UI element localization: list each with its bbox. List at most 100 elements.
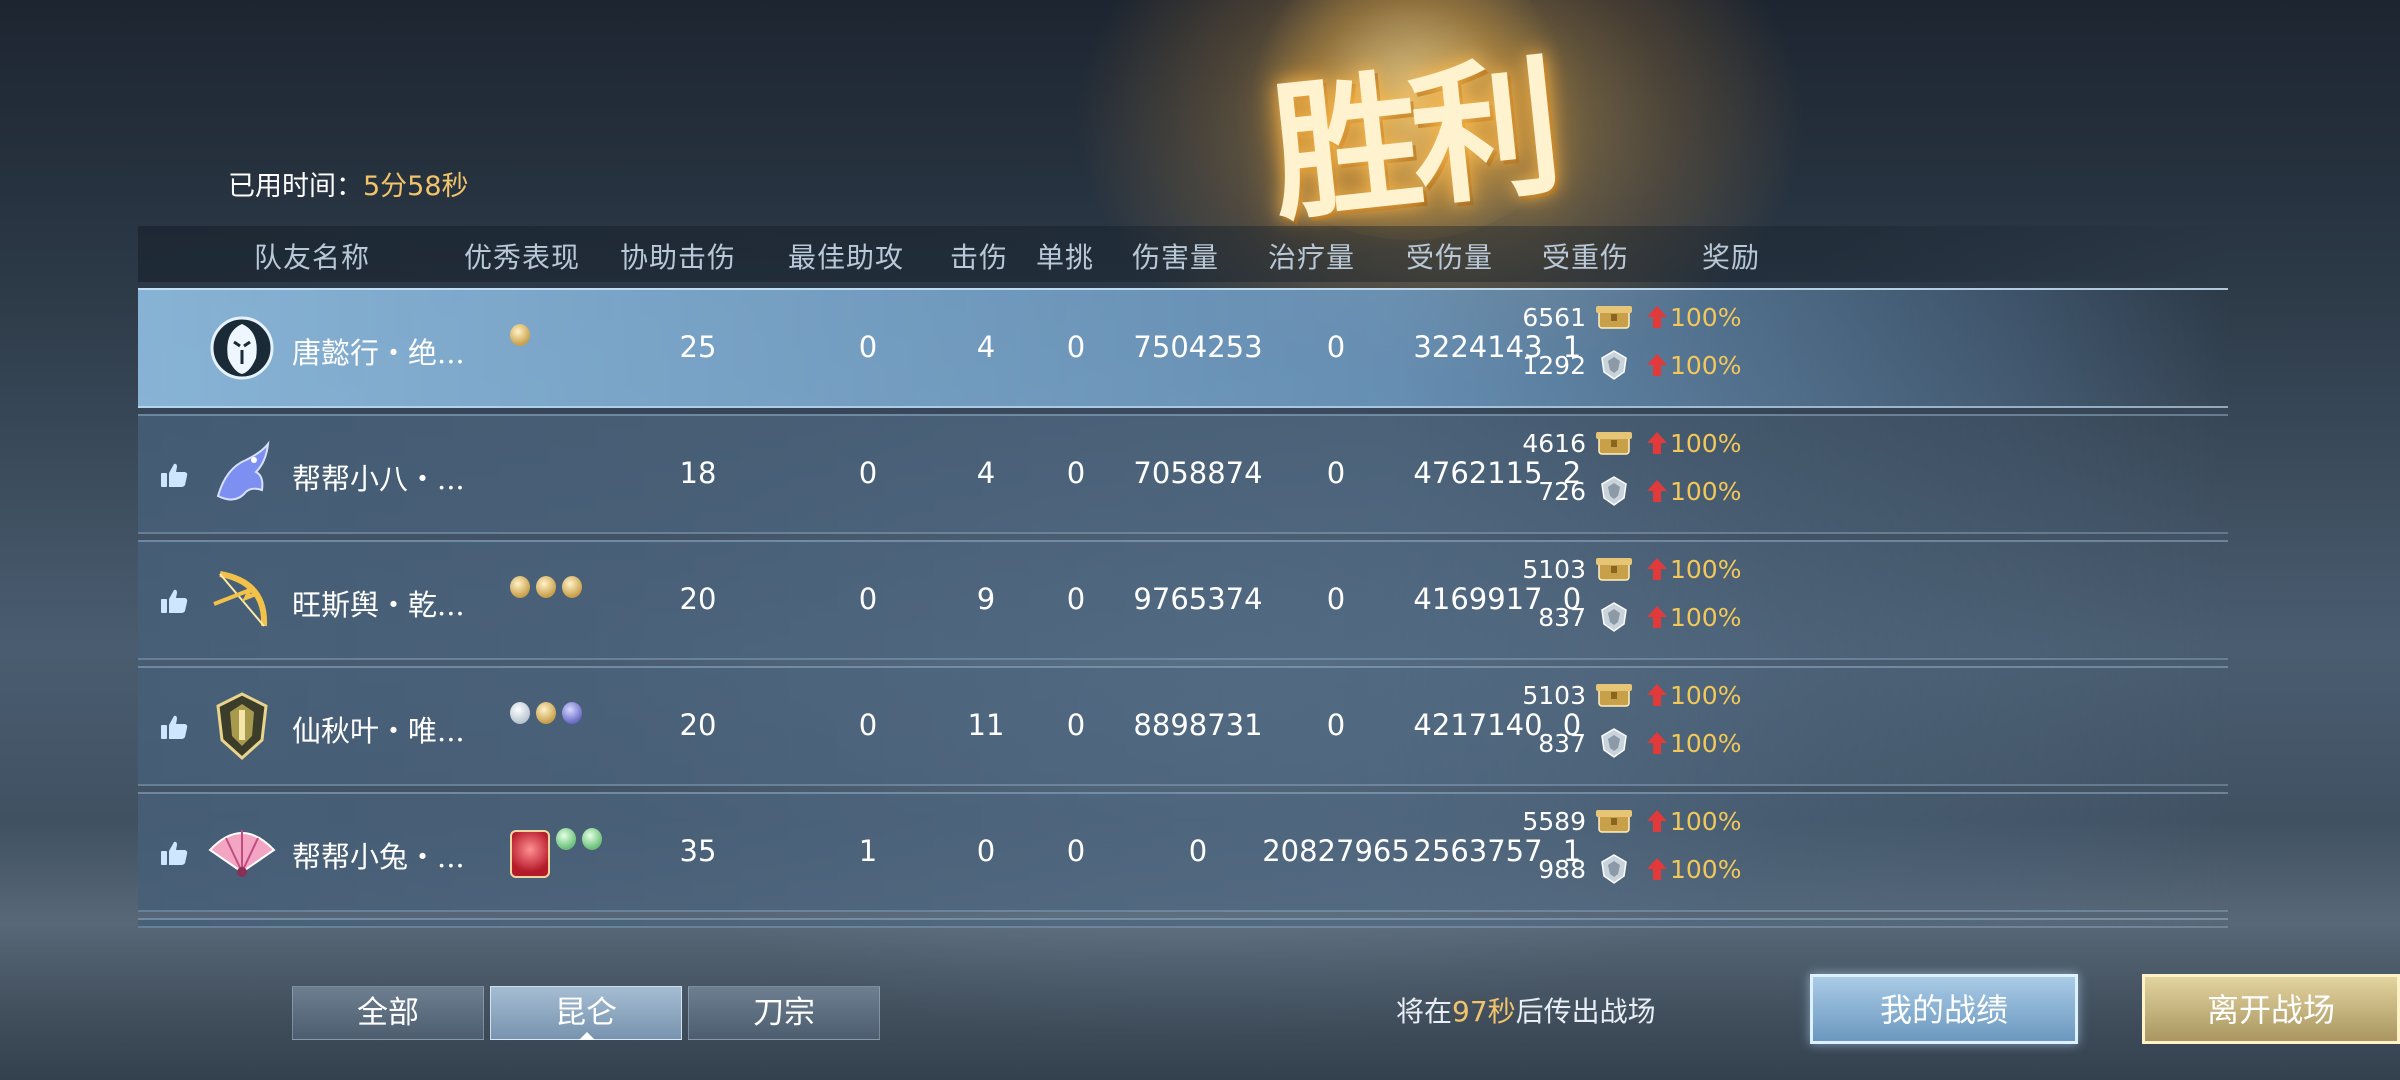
kills-value: 0 (976, 834, 996, 868)
best-assist-value: 0 (858, 456, 878, 490)
reward-honor-bonus: 100% (1670, 728, 1742, 758)
duel-value: 0 (1066, 834, 1086, 868)
scoreboard-header: 队友名称 优秀表现 协助击伤 最佳助攻 击伤 单挑 伤害量 治疗量 受伤量 受重… (138, 226, 2228, 282)
assist-damage-value: 20 (679, 582, 717, 616)
player-name[interactable]: 仙秋叶・唯... (292, 708, 465, 750)
arrow-up-icon (1647, 558, 1667, 580)
col-reward: 奖励 (1702, 241, 1761, 274)
reward-currency-amount: 6561 (1522, 302, 1586, 332)
thumbs-up-icon[interactable] (160, 588, 188, 614)
kills-value: 4 (976, 456, 996, 490)
reward-currency-line: 4616 100% (1508, 426, 1741, 460)
pink-fan-icon (206, 816, 278, 888)
arrow-up-icon (1647, 732, 1667, 754)
performance-badge-icon[interactable] (536, 576, 556, 598)
tab-daozong[interactable]: 刀宗 (688, 986, 880, 1040)
table-row-4[interactable]: 仙秋叶・唯... 20 0 11 0 8898731 0 4217140 0 5… (138, 666, 2228, 786)
arrow-up-icon (1647, 432, 1667, 454)
reward-currency-amount: 4616 (1522, 428, 1586, 458)
performance-badge-icon[interactable] (536, 702, 556, 724)
performance-badge-icon[interactable] (562, 702, 582, 724)
table-row-3[interactable]: 旺斯舆・乾... 20 0 9 0 9765374 0 4169917 0 51… (138, 540, 2228, 660)
reward-honor-line: 837 100% (1508, 600, 1741, 634)
duel-value: 0 (1066, 708, 1086, 742)
reward-honor-amount: 1292 (1522, 350, 1586, 380)
silver-crest-icon (1601, 728, 1627, 758)
elapsed-time: 已用时间：5分58秒 (228, 164, 469, 203)
col-best-assist: 最佳助攻 (788, 241, 905, 274)
performance-badge-icon[interactable] (510, 324, 530, 346)
elapsed-time-value: 5分58秒 (363, 171, 469, 202)
reward-currency-bonus: 100% (1670, 554, 1742, 584)
silver-crest-icon (1601, 602, 1627, 632)
tab-all[interactable]: 全部 (292, 986, 484, 1040)
scoreboard-table: 队友名称 优秀表现 协助击伤 最佳助攻 击伤 单挑 伤害量 治疗量 受伤量 受重… (138, 226, 2228, 928)
reward-honor-amount: 837 (1538, 728, 1586, 758)
arrow-up-icon (1647, 858, 1667, 880)
treasure-chest-icon (1596, 684, 1632, 707)
treasure-chest-icon (1596, 432, 1632, 455)
performance-badge-icon[interactable] (562, 576, 582, 598)
table-row-5[interactable]: 帮帮小兔・... 35 1 0 0 0 20827965 2563757 1 5… (138, 792, 2228, 912)
performance-badges (510, 828, 602, 878)
performance-badges (510, 324, 530, 354)
countdown-suffix: 后传出战场 (1515, 995, 1656, 1028)
tab-kunlun[interactable]: 昆仑 (490, 986, 682, 1040)
best-assist-value: 1 (858, 834, 878, 868)
col-assist-damage: 协助击伤 (620, 241, 737, 274)
victory-title: 胜利 (1262, 38, 1560, 244)
col-damage: 伤害量 (1132, 241, 1220, 274)
arrow-up-icon (1647, 306, 1667, 328)
thumbs-up-icon[interactable] (160, 462, 188, 488)
treasure-chest-icon (1596, 810, 1632, 833)
kills-value: 4 (976, 330, 996, 364)
shield-crest-icon (206, 690, 278, 762)
leave-battlefield-button[interactable]: 离开战场 (2142, 974, 2400, 1044)
reward-honor-amount: 837 (1538, 602, 1586, 632)
assist-damage-value: 25 (679, 330, 717, 364)
performance-badge-icon[interactable] (510, 702, 530, 724)
reward-currency-amount: 5103 (1522, 680, 1586, 710)
silver-crest-icon (1601, 476, 1627, 506)
table-row-2[interactable]: 帮帮小八・... 18 0 4 0 7058874 0 4762115 2 46… (138, 414, 2228, 534)
golden-bow-icon (206, 564, 278, 636)
reward-honor-bonus: 100% (1670, 350, 1742, 380)
performance-badge-icon[interactable] (582, 828, 602, 850)
col-kills: 击伤 (950, 241, 1009, 274)
silver-crest-icon (1601, 350, 1627, 380)
table-row-1[interactable]: 唐懿行・绝... 25 0 4 0 7504253 0 3224143 1 65… (138, 288, 2228, 408)
col-healing: 治疗量 (1268, 241, 1356, 274)
performance-badge-icon[interactable] (556, 828, 576, 850)
assist-damage-value: 35 (679, 834, 717, 868)
my-record-button[interactable]: 我的战绩 (1810, 974, 2078, 1044)
thumbs-up-icon[interactable] (160, 840, 188, 866)
thumbs-up-icon[interactable] (160, 714, 188, 740)
reward-currency-bonus: 100% (1670, 302, 1742, 332)
player-name[interactable]: 唐懿行・绝... (292, 330, 465, 372)
reward-honor-amount: 988 (1538, 854, 1586, 884)
duel-value: 0 (1066, 456, 1086, 490)
kills-value: 11 (967, 708, 1005, 742)
player-name[interactable]: 帮帮小八・... (292, 456, 465, 498)
col-duel: 单挑 (1036, 241, 1095, 274)
blue-dragon-icon (206, 438, 278, 510)
player-name[interactable]: 旺斯舆・乾... (292, 582, 465, 624)
table-row-partial (138, 918, 2228, 928)
reward-currency-amount: 5103 (1522, 554, 1586, 584)
performance-badge-icon[interactable] (510, 576, 530, 598)
col-damage-taken: 受伤量 (1406, 241, 1494, 274)
reward-honor-line: 726 100% (1508, 474, 1741, 508)
performance-badge-icon[interactable] (510, 830, 550, 878)
elapsed-time-label: 已用时间： (228, 171, 363, 202)
arrow-up-icon (1647, 606, 1667, 628)
assist-damage-value: 18 (679, 456, 717, 490)
countdown-prefix: 将在 (1396, 995, 1453, 1028)
reward-honor-bonus: 100% (1670, 602, 1742, 632)
exit-countdown: 将在97秒后传出战场 (1396, 990, 1656, 1030)
reward-currency-line: 5589 100% (1508, 804, 1741, 838)
duel-value: 0 (1066, 330, 1086, 364)
player-name[interactable]: 帮帮小兔・... (292, 834, 465, 876)
best-assist-value: 0 (858, 330, 878, 364)
reward-honor-amount: 726 (1538, 476, 1586, 506)
silver-crest-icon (1601, 854, 1627, 884)
